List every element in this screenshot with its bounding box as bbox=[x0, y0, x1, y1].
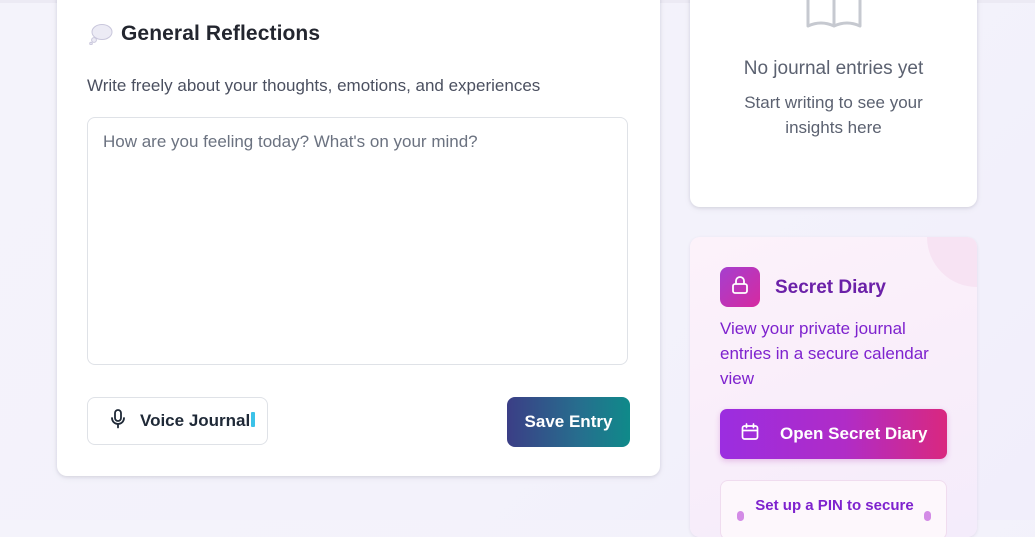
secret-diary-card: Secret Diary View your private journal e… bbox=[690, 237, 977, 537]
lock-icon bbox=[730, 275, 750, 300]
secret-diary-description: View your private journal entries in a s… bbox=[720, 319, 929, 388]
journal-entry-input[interactable] bbox=[87, 117, 628, 365]
book-icon bbox=[804, 0, 864, 39]
journal-title: General Reflections bbox=[121, 22, 321, 45]
empty-state-subtitle: Start writing to see your insights here bbox=[744, 93, 923, 137]
save-entry-button[interactable]: Save Entry bbox=[507, 397, 630, 447]
thought-bubble-icon bbox=[89, 23, 113, 46]
secret-diary-title: Secret Diary bbox=[775, 277, 886, 298]
open-secret-diary-label: Open Secret Diary bbox=[780, 424, 928, 443]
open-secret-diary-button[interactable]: Open Secret Diary bbox=[720, 409, 947, 459]
voice-journal-button[interactable]: Voice Journal bbox=[87, 397, 268, 445]
journal-card: General Reflections Write freely about y… bbox=[57, 0, 660, 476]
decorative-blob bbox=[927, 237, 977, 287]
calendar-icon bbox=[740, 422, 760, 447]
journal-subtitle: Write freely about your thoughts, emotio… bbox=[87, 76, 541, 95]
journal-title-row: General Reflections bbox=[89, 22, 320, 46]
empty-state-title: No journal entries yet bbox=[743, 58, 924, 79]
recording-indicator bbox=[251, 412, 255, 427]
voice-journal-label: Voice Journal bbox=[140, 411, 251, 430]
insights-card: No journal entries yet Start writing to … bbox=[690, 0, 977, 207]
pin-setup-notice[interactable]: Set up a PIN to secure bbox=[720, 480, 947, 537]
microphone-icon bbox=[110, 408, 126, 434]
pin-setup-text: Set up a PIN to secure bbox=[755, 497, 914, 514]
lock-tile bbox=[720, 267, 760, 307]
